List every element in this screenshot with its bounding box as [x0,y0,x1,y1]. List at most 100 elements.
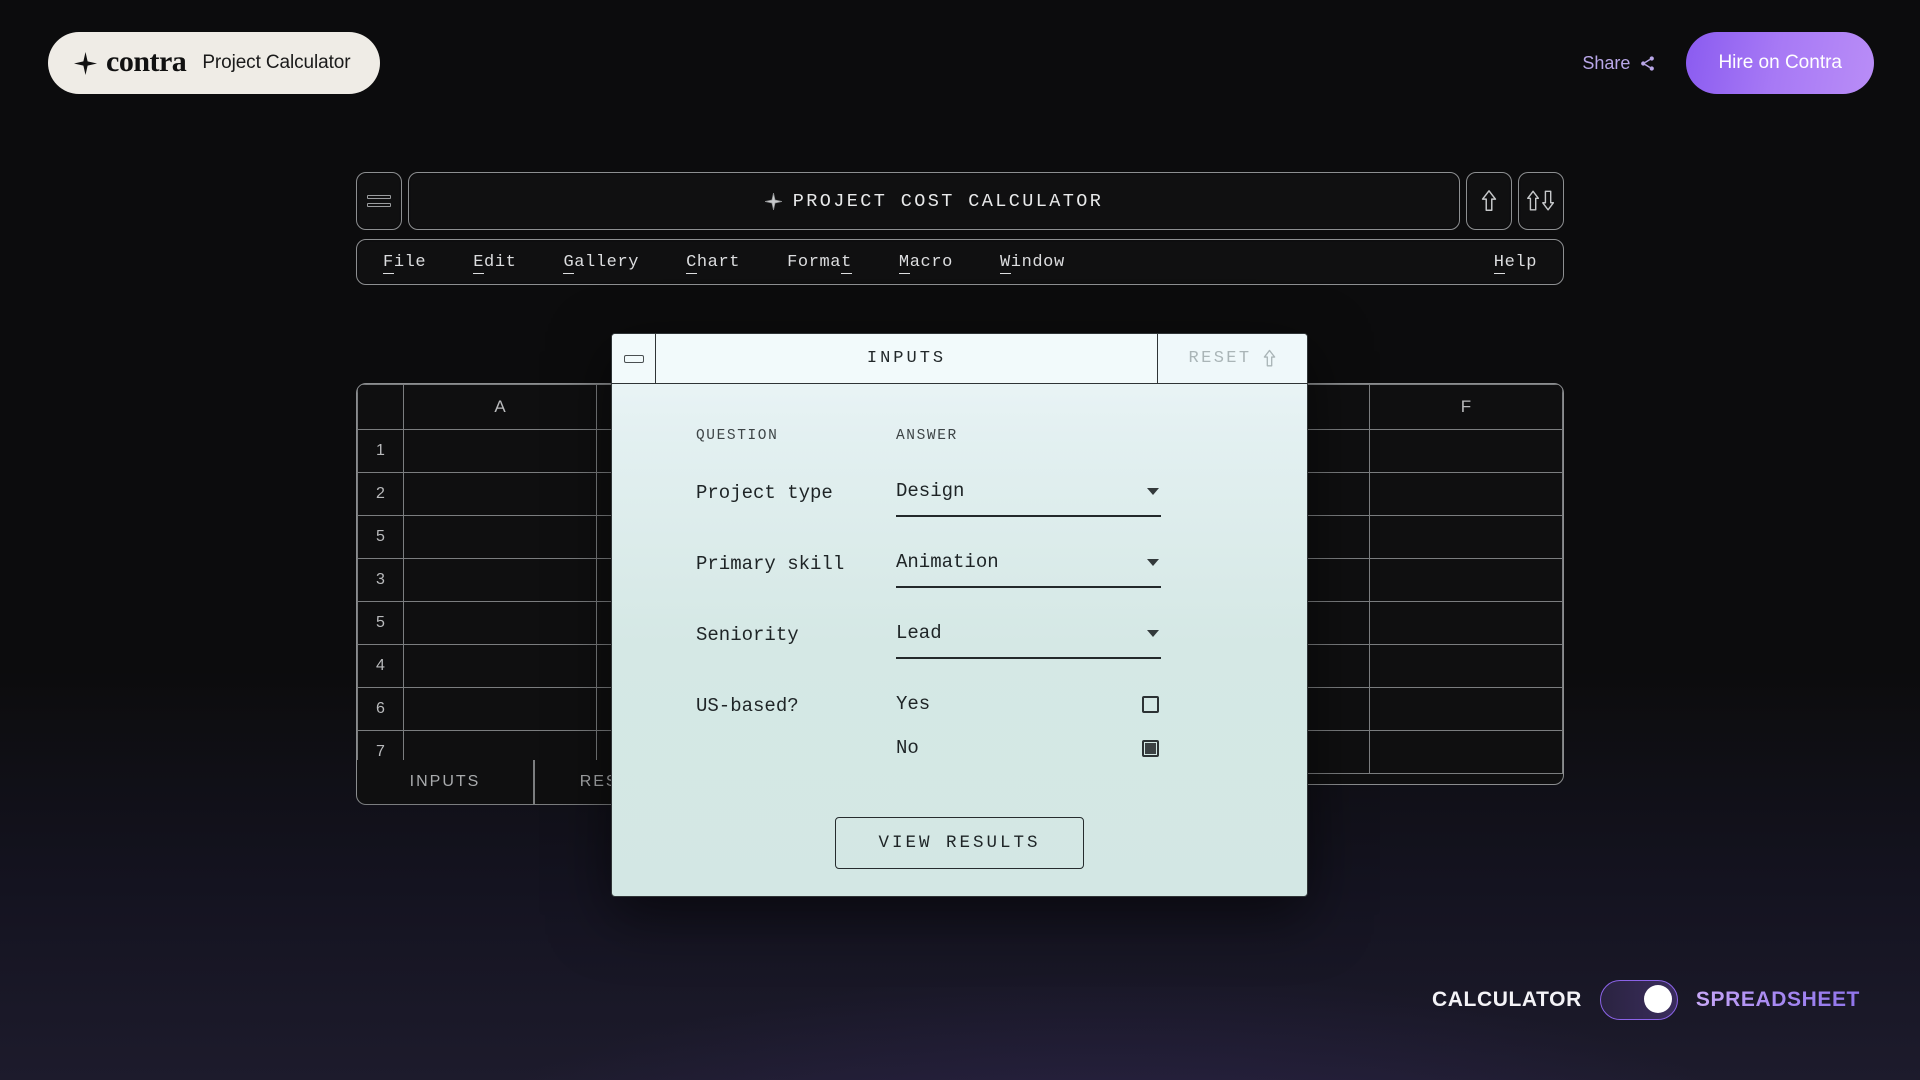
field-row-us-based: US-based? Yes No [696,693,1223,781]
row-header[interactable]: 4 [357,644,404,688]
row-header[interactable]: 5 [357,601,404,645]
select-value-primary-skill: Animation [896,551,999,573]
top-bar: contra Project Calculator Share Hire on … [0,0,1920,110]
hamburger-icon [367,195,391,207]
dialog-header: INPUTS RESET [612,334,1307,384]
mode-label-calculator: CALCULATOR [1431,988,1582,1011]
menu-item-macro[interactable]: Macro [898,252,953,274]
dialog-reset-button[interactable]: RESET [1157,334,1307,383]
column-header-answer: ANSWER [896,428,958,444]
cell-F5[interactable] [1368,601,1563,645]
diamond-icon [764,192,782,210]
mode-switch: CALCULATOR SPREADSHEET [1432,980,1860,1020]
field-label-us-based: US-based? [696,695,799,717]
row-header[interactable]: 6 [357,687,404,731]
select-value-project-type: Design [896,480,965,502]
menu-bar: File Edit Gallery Chart Format Macro Win… [356,239,1564,285]
toggle-knob [1643,985,1672,1013]
sort-button[interactable] [1518,172,1564,230]
app-window: PROJECT COST CALCULATOR File Edit Galler… [356,172,1564,285]
cell-A3[interactable] [402,558,598,602]
cell-A5[interactable] [402,601,598,645]
checkbox-row-yes[interactable]: Yes [896,693,1161,715]
cell-A2[interactable] [402,472,598,516]
contra-wordmark: contra [106,45,187,78]
chevron-down-icon [1147,629,1159,637]
window-title: PROJECT COST CALCULATOR [792,190,1104,212]
field-control-primary-skill: Animation [896,551,1161,588]
scroll-up-button[interactable] [1466,172,1512,230]
cell-F6[interactable] [1368,687,1563,731]
field-label-seniority: Seniority [696,624,799,646]
select-primary-skill[interactable]: Animation [896,551,1161,588]
field-control-seniority: Lead [896,622,1161,659]
checkbox-yes[interactable] [1142,695,1159,713]
field-row-seniority: Seniority Lead [696,622,1223,659]
share-label: Share [1582,52,1631,73]
column-header-a[interactable]: A [402,384,598,430]
cell-A1[interactable] [402,429,598,473]
view-results-button[interactable]: VIEW RESULTS [835,817,1084,869]
checkbox-label-yes: Yes [896,693,931,715]
share-button[interactable]: Share [1582,53,1656,74]
cell-F4[interactable] [1368,644,1563,688]
window-title-row: PROJECT COST CALCULATOR [356,172,1564,230]
cell-A4[interactable] [402,644,598,688]
menu-item-edit[interactable]: Edit [473,252,516,274]
dialog-footer: VIEW RESULTS [696,817,1223,869]
field-row-project-type: Project type Design [696,480,1223,517]
column-header-f[interactable]: F [1368,384,1563,430]
field-control-us-based: Yes No [896,693,1161,781]
row-header[interactable]: 3 [357,558,404,602]
menu-item-file[interactable]: File [383,252,426,274]
contra-logo: contra [74,45,187,78]
dialog-body: QUESTION ANSWER Project type Design Prim… [612,384,1307,869]
dialog-column-headers: QUESTION ANSWER [696,428,1223,444]
menu-item-format[interactable]: Format [787,252,852,274]
menu-item-window[interactable]: Window [999,252,1065,274]
sheet-tab-inputs[interactable]: INPUTS [356,760,534,805]
select-value-seniority: Lead [896,622,942,644]
chevron-down-icon [1147,487,1159,495]
row-header[interactable]: 2 [357,472,404,516]
mode-label-spreadsheet: SPREADSHEET [1695,988,1860,1011]
cell-F2[interactable] [1368,472,1563,516]
hire-on-contra-button[interactable]: Hire on Contra [1686,32,1874,94]
minimize-icon [623,354,644,363]
cell-F5[interactable] [1368,515,1563,559]
share-icon [1641,55,1655,71]
arrow-up-down-icon [1527,190,1555,211]
dialog-title: INPUTS [656,334,1157,383]
arrow-up-icon [1263,349,1275,367]
product-name: Project Calculator [202,52,351,73]
cell-A6[interactable] [402,687,598,731]
inputs-dialog: INPUTS RESET QUESTION ANSWER Project typ… [611,333,1308,897]
top-right-actions: Share Hire on Contra [1582,32,1874,94]
checkbox-label-no: No [896,737,919,759]
cell-A5[interactable] [402,515,598,559]
mode-toggle-switch[interactable] [1599,980,1678,1020]
contra-diamond-icon [74,51,97,75]
cell-F1[interactable] [1368,429,1563,473]
select-seniority[interactable]: Lead [896,622,1161,659]
select-project-type[interactable]: Design [896,480,1161,517]
select-all-corner[interactable] [357,384,404,430]
row-header[interactable]: 1 [357,429,404,473]
menu-item-gallery[interactable]: Gallery [563,252,639,274]
field-row-primary-skill: Primary skill Animation [696,551,1223,588]
field-control-project-type: Design [896,480,1161,517]
window-menu-button[interactable] [356,172,402,230]
menu-item-help[interactable]: Help [1493,252,1537,274]
row-header[interactable]: 5 [357,515,404,559]
field-label-project-type: Project type [696,482,833,504]
menu-item-chart[interactable]: Chart [686,252,740,274]
window-title-field[interactable]: PROJECT COST CALCULATOR [408,172,1460,230]
cell-F3[interactable] [1368,558,1563,602]
checkbox-no[interactable] [1142,739,1159,757]
dialog-minimize-button[interactable] [612,334,656,383]
checkbox-row-no[interactable]: No [896,737,1161,759]
arrow-up-icon [1481,190,1497,211]
chevron-down-icon [1147,558,1159,566]
reset-label: RESET [1188,349,1252,368]
brand-pill[interactable]: contra Project Calculator [48,32,381,94]
